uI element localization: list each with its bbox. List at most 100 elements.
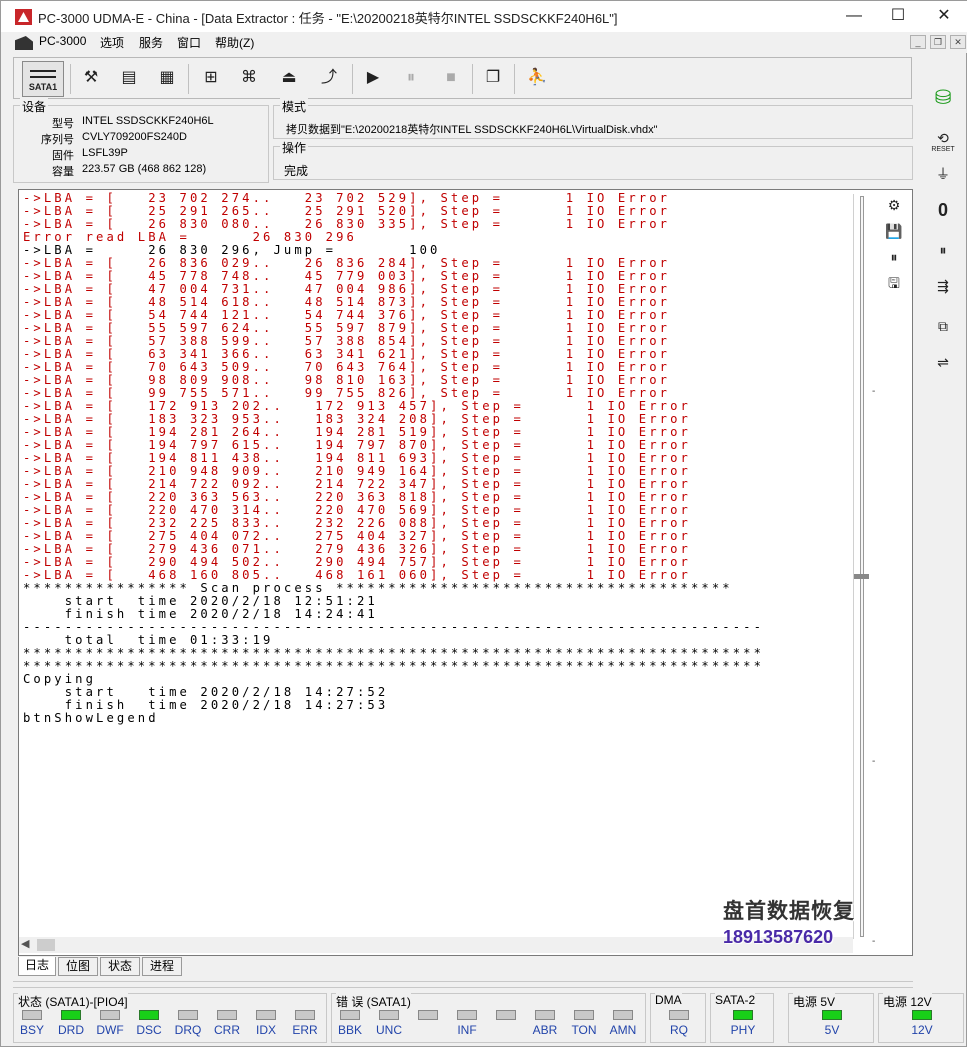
- tab-status[interactable]: 状态: [100, 957, 140, 976]
- serial-value: CVLY709200FS240D: [82, 131, 187, 143]
- binoculars-icon[interactable]: ⌘: [232, 61, 266, 95]
- log-line: ->LBA = [ 290 494 502.. 290 494 757], St…: [23, 556, 691, 569]
- log-text[interactable]: ->LBA = [ 23 702 274.. 23 702 529], Step…: [23, 192, 849, 937]
- log-line: ->LBA = [ 55 597 624.. 55 597 879], Step…: [23, 322, 671, 335]
- mdi-close-button[interactable]: ✕: [950, 35, 966, 49]
- run-icon[interactable]: ⛹: [520, 61, 554, 95]
- log-line: ->LBA = [ 26 830 080.. 26 830 335], Step…: [23, 218, 671, 231]
- app-window: PC-3000 UDMA-E - China - [Data Extractor…: [0, 0, 967, 1047]
- status-led: [100, 1010, 120, 1020]
- menu-item-service[interactable]: 服务: [139, 34, 163, 51]
- toolbar-separator: [352, 64, 353, 94]
- play-icon[interactable]: ▶: [356, 61, 390, 95]
- status-group-label: SATA-2: [715, 993, 756, 1007]
- status-led: [535, 1010, 555, 1020]
- log-pause-icon[interactable]: ⏸: [883, 246, 905, 268]
- status-group: DMA RQ: [650, 993, 706, 1043]
- pc3000-menu-icon[interactable]: [15, 36, 33, 50]
- log-line: ****************************************…: [23, 647, 765, 660]
- menu-item-help[interactable]: 帮助(Z): [215, 34, 254, 51]
- app-logo-icon[interactable]: [15, 9, 32, 25]
- log-line: Copying: [23, 673, 97, 686]
- status-led: [22, 1010, 42, 1020]
- log-line: finish time 2020/2/18 14:24:41: [23, 608, 378, 621]
- log-line: start time 2020/2/18 14:27:52: [23, 686, 389, 699]
- status-led-label: DRQ: [174, 1023, 202, 1037]
- device-firmware-row: 固件 LSFL39P: [14, 147, 264, 163]
- wrench-screwdriver-icon[interactable]: ⚒: [74, 61, 108, 95]
- status-led-label: INF: [457, 1023, 477, 1037]
- status-led-label: RQ: [670, 1023, 688, 1037]
- divider: [13, 981, 913, 982]
- status-led-label: DRD: [58, 1023, 84, 1037]
- hscroll-thumb[interactable]: [37, 939, 55, 951]
- log-line: ****************************************…: [23, 660, 765, 673]
- sata1-port-button[interactable]: SATA1: [22, 61, 64, 97]
- log-line: ->LBA = [ 232 225 833.. 232 226 088], St…: [23, 517, 691, 530]
- log-settings-icon[interactable]: ⚙: [883, 194, 905, 216]
- menu-item-pc3000[interactable]: PC-3000: [39, 34, 86, 48]
- pause-icon[interactable]: ⏸: [394, 61, 428, 95]
- log-line: ->LBA = [ 23 702 274.. 23 702 529], Step…: [23, 192, 671, 205]
- log-line: ->LBA = [ 183 323 953.. 183 324 208], St…: [23, 413, 691, 426]
- log-vertical-scrollbar[interactable]: - - -: [853, 194, 875, 947]
- bus-reset-icon[interactable]: ⇶: [927, 271, 959, 301]
- zero-fill-icon[interactable]: 0: [927, 195, 959, 225]
- tab-process[interactable]: 进程: [142, 957, 182, 976]
- model-key: 型号: [52, 118, 74, 130]
- log-line: total time 01:33:19: [23, 634, 274, 647]
- scroll-thumb[interactable]: [854, 574, 869, 579]
- window-title: PC-3000 UDMA-E - China - [Data Extractor…: [38, 11, 618, 26]
- scroll-track[interactable]: [860, 196, 864, 937]
- mdi-minimize-button[interactable]: _: [910, 35, 926, 49]
- pause-icon[interactable]: ⏸: [927, 235, 959, 265]
- log-line: ->LBA = [ 194 797 615.. 194 797 870], St…: [23, 439, 691, 452]
- tab-bitmap[interactable]: 位图: [58, 957, 98, 976]
- tree-icon[interactable]: ⊞: [194, 61, 228, 95]
- device-capacity-row: 容量 223.57 GB (468 862 128): [14, 163, 264, 179]
- log-line: ->LBA = [ 172 913 202.. 172 913 457], St…: [23, 400, 691, 413]
- model-value: INTEL SSDSCKKF240H6L: [82, 115, 214, 127]
- log-line: ->LBA = [ 99 755 571.. 99 755 826], Step…: [23, 387, 671, 400]
- disk-map-icon[interactable]: ▤: [112, 61, 146, 95]
- percent-map-icon[interactable]: ▦: [150, 61, 184, 95]
- log-line: Error read LBA = 26 830 296: [23, 231, 357, 244]
- maximize-button[interactable]: ☐: [875, 1, 921, 32]
- database-icon[interactable]: ⛁: [927, 83, 959, 113]
- operation-group-label: 操作: [280, 139, 309, 156]
- menu-item-options[interactable]: 选项: [100, 34, 124, 51]
- menu-item-window[interactable]: 窗口: [177, 34, 201, 51]
- copy-close-icon[interactable]: ⧉: [927, 311, 959, 341]
- device-group: 设备 型号 INTEL SSDSCKKF240H6L 序列号 CVLY70920…: [13, 98, 269, 183]
- log-line: ->LBA = [ 63 341 366.. 63 341 621], Step…: [23, 348, 671, 361]
- mdi-restore-button[interactable]: ❐: [930, 35, 946, 49]
- tab-log[interactable]: 日志: [18, 957, 56, 976]
- log-line: ->LBA = 26 830 296, Jump = 100: [23, 244, 441, 257]
- log-line: ->LBA = [ 98 809 908.. 98 810 163], Step…: [23, 374, 671, 387]
- status-group: 错 误 (SATA1) BBK UNC INF ABR TON AMN: [331, 993, 646, 1043]
- log-panel: ->LBA = [ 23 702 274.. 23 702 529], Step…: [18, 189, 913, 956]
- reset-button[interactable]: ⟲ RESET: [927, 123, 959, 153]
- close-button[interactable]: ✕: [921, 1, 967, 32]
- watermark: 盘首数据恢复 18913587620: [723, 895, 873, 948]
- minimize-button[interactable]: —: [831, 1, 877, 32]
- sata1-label: SATA1: [28, 82, 58, 92]
- status-group-label: 状态 (SATA1)-[PIO4]: [18, 993, 128, 1010]
- stop-icon[interactable]: ■: [434, 61, 468, 95]
- log-line: **************** Scan process **********…: [23, 582, 733, 595]
- sata-connector-icon: [30, 70, 56, 78]
- export-icon[interactable]: ⤴: [312, 61, 346, 95]
- power-plug-icon[interactable]: ⏚: [927, 159, 959, 189]
- status-led: [418, 1010, 438, 1020]
- scroll-left-icon[interactable]: ◀: [21, 937, 29, 950]
- status-group: 状态 (SATA1)-[PIO4] BSY DRD DWF DSC DRQ CRR IDX ER…: [13, 993, 327, 1043]
- windows-icon[interactable]: ❐: [476, 61, 510, 95]
- connector-icon[interactable]: ⇌: [927, 347, 959, 377]
- log-export-icon[interactable]: 🖫: [883, 272, 905, 294]
- log-save-icon[interactable]: 💾: [883, 220, 905, 242]
- divider: [13, 987, 913, 988]
- toolbar-separator: [188, 64, 189, 94]
- log-line: ->LBA = [ 48 514 618.. 48 514 873], Step…: [23, 296, 671, 309]
- log-line: ->LBA = [ 194 281 264.. 194 281 519], St…: [23, 426, 691, 439]
- drive-stack-icon[interactable]: ⏏: [272, 61, 306, 95]
